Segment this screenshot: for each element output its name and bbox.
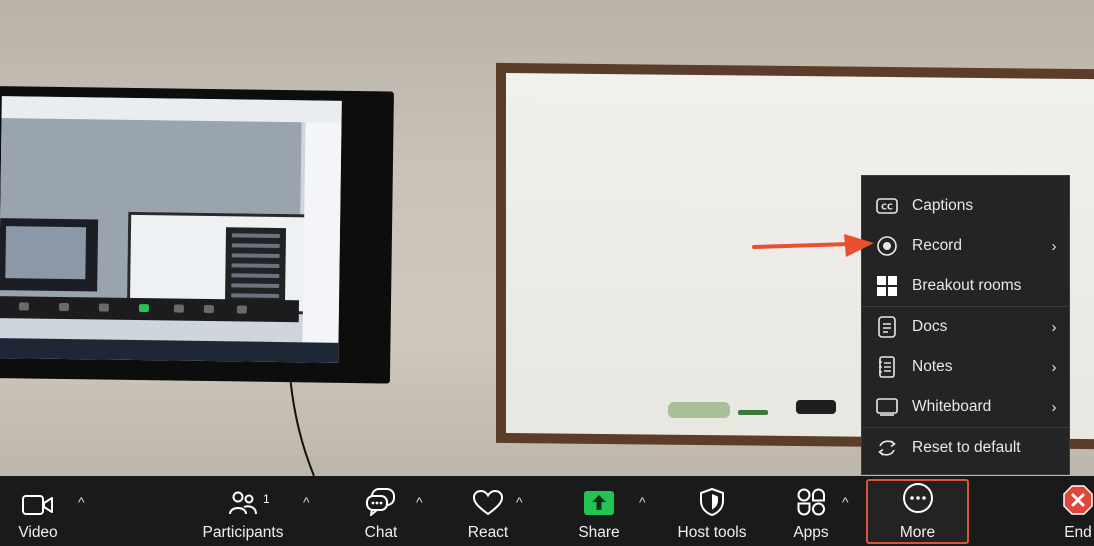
share-screen-icon <box>584 476 614 516</box>
marker <box>796 400 836 414</box>
participants-label: Participants <box>202 524 284 541</box>
participants-options-caret[interactable]: ^ <box>303 494 310 510</box>
marker <box>738 410 768 415</box>
react-label: React <box>467 524 509 541</box>
participants-icon <box>229 476 257 516</box>
reset-icon <box>862 438 912 458</box>
chevron-right-icon: › <box>1051 237 1057 255</box>
chevron-right-icon: › <box>1051 358 1057 376</box>
participants-count: 1 <box>263 492 270 506</box>
chat-label: Chat <box>364 524 398 541</box>
annotation-arrow-icon <box>752 234 874 257</box>
menu-item-whiteboard[interactable]: Whiteboard › <box>862 387 1069 427</box>
shield-icon <box>699 476 725 516</box>
menu-item-docs[interactable]: Docs › <box>862 307 1069 347</box>
video-label: Video <box>18 524 58 541</box>
menu-item-label: Captions <box>912 197 974 214</box>
video-options-caret[interactable]: ^ <box>78 494 85 510</box>
end-meeting-icon <box>1062 476 1094 516</box>
apps-icon <box>796 476 826 516</box>
menu-item-label: Whiteboard <box>912 398 992 415</box>
share-label: Share <box>578 524 620 541</box>
menu-item-record[interactable]: Record › <box>862 226 1069 266</box>
chevron-right-icon: › <box>1051 398 1057 416</box>
host-tools-button[interactable]: Host tools <box>672 476 752 546</box>
chat-icon <box>366 476 396 516</box>
chevron-right-icon: › <box>1051 318 1057 336</box>
tv-screen-content <box>0 96 342 363</box>
menu-item-notes[interactable]: Notes › <box>862 347 1069 387</box>
end-label: End <box>1064 524 1092 541</box>
more-ellipsis-icon <box>902 481 934 514</box>
apps-label: Apps <box>793 524 829 541</box>
share-options-caret[interactable]: ^ <box>639 494 646 510</box>
notes-icon <box>862 356 912 378</box>
menu-item-label: Docs <box>912 318 948 335</box>
more-button[interactable]: More <box>866 479 969 544</box>
end-button[interactable]: End <box>1062 476 1094 546</box>
wall-tv <box>0 86 394 384</box>
tv-cable <box>289 376 315 476</box>
docs-icon <box>862 316 912 338</box>
more-menu: CC Captions Record › Breakout rooms Docs… <box>861 175 1070 475</box>
captions-icon: CC <box>862 198 912 214</box>
apps-button[interactable]: Apps <box>786 476 836 546</box>
host-tools-label: Host tools <box>677 524 747 541</box>
eraser <box>668 402 730 418</box>
chat-options-caret[interactable]: ^ <box>416 494 423 510</box>
react-button[interactable]: React <box>462 476 514 546</box>
participants-button[interactable]: Participants <box>196 476 290 546</box>
menu-item-breakout-rooms[interactable]: Breakout rooms <box>862 266 1069 306</box>
breakout-rooms-icon <box>862 275 912 297</box>
heart-icon <box>473 476 503 516</box>
menu-item-captions[interactable]: CC Captions <box>862 186 1069 226</box>
whiteboard-icon <box>862 398 912 416</box>
menu-item-reset-to-default[interactable]: Reset to default <box>862 428 1069 468</box>
video-button[interactable]: Video <box>10 476 66 546</box>
menu-item-label: Record <box>912 237 962 254</box>
video-camera-icon <box>22 476 54 516</box>
more-label: More <box>899 524 936 541</box>
menu-item-label: Breakout rooms <box>912 277 1022 294</box>
react-options-caret[interactable]: ^ <box>516 494 523 510</box>
chat-button[interactable]: Chat <box>356 476 406 546</box>
apps-options-caret[interactable]: ^ <box>842 494 849 510</box>
menu-item-label: Notes <box>912 358 953 375</box>
meeting-toolbar: Video ^ Participants 1 ^ Chat ^ React ^ … <box>0 476 1094 546</box>
svg-text:CC: CC <box>881 203 893 212</box>
share-button[interactable]: Share <box>574 476 624 546</box>
menu-item-label: Reset to default <box>912 439 1021 456</box>
